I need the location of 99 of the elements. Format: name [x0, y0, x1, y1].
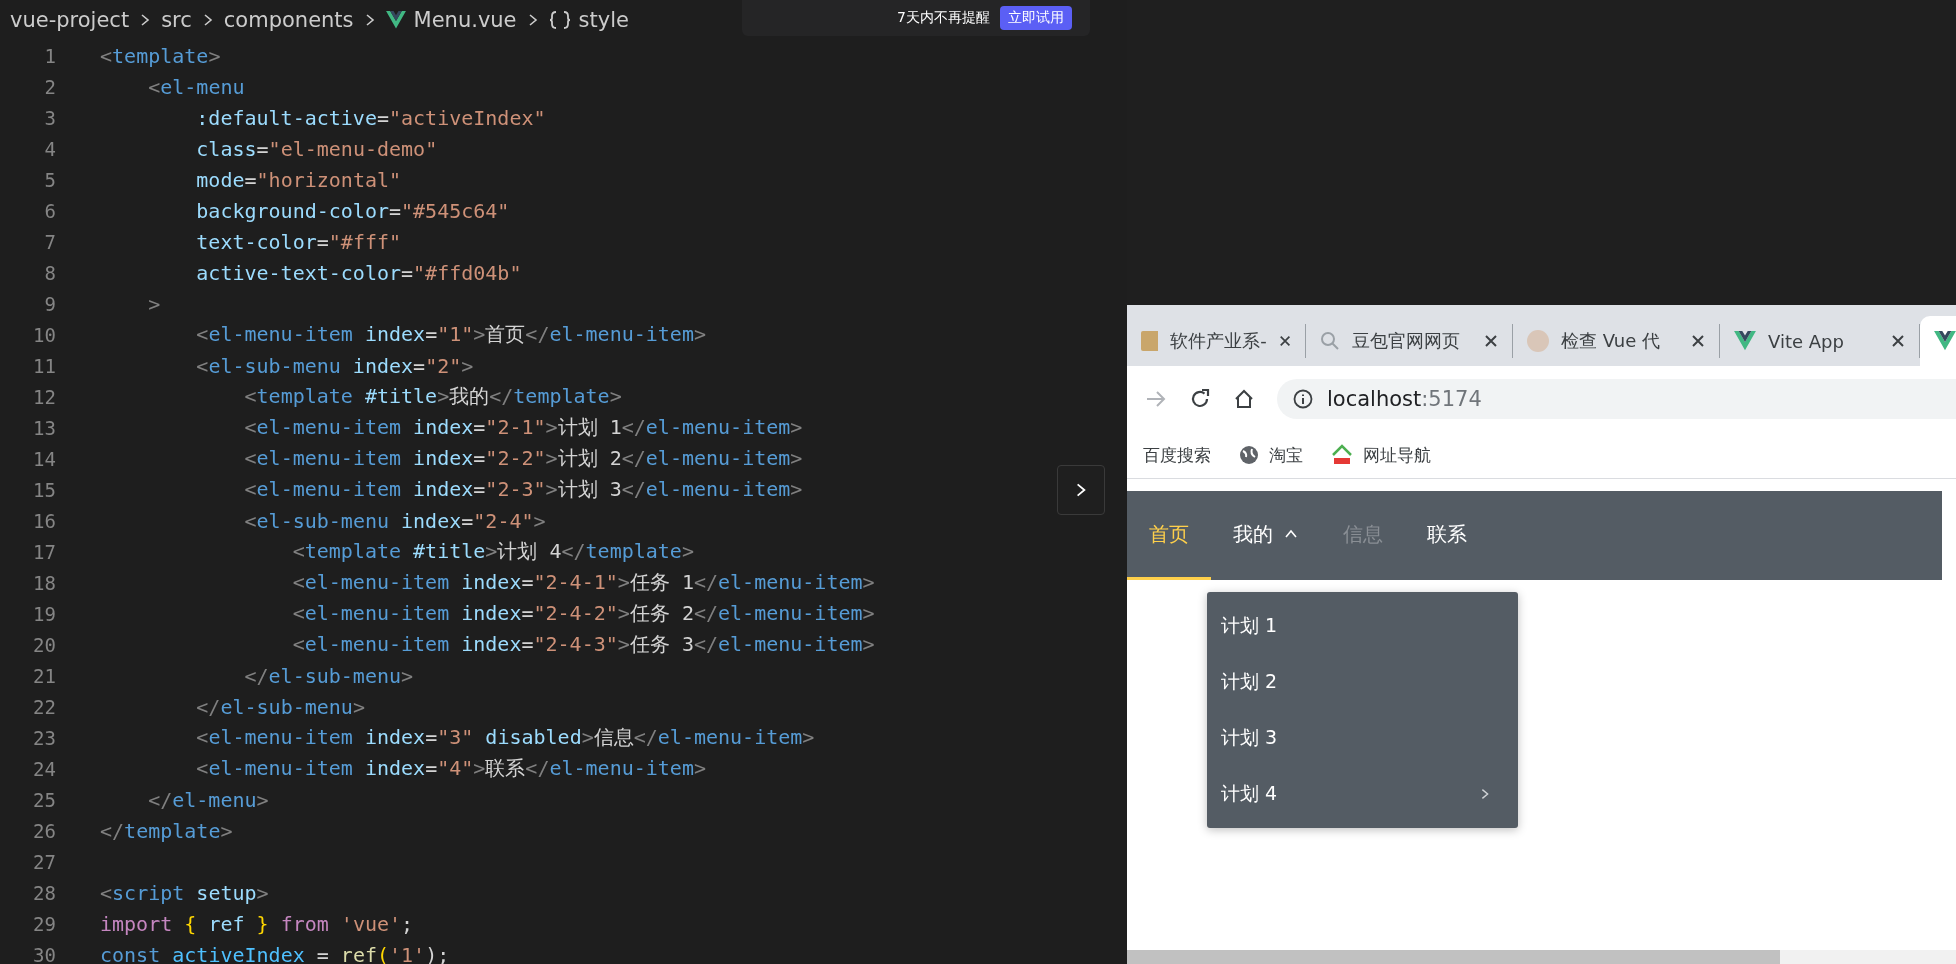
line-number: 28 — [32, 881, 56, 904]
line-number: 9 — [43, 292, 56, 315]
line-number: 3 — [43, 106, 56, 129]
globe-icon — [1239, 445, 1259, 465]
close-icon[interactable] — [1891, 334, 1905, 348]
code-line: import { ref } from 'vue'; — [100, 911, 414, 936]
line-number: 5 — [43, 168, 56, 191]
code-line: <script setup> — [100, 880, 269, 905]
bookmark-link[interactable]: 网址导航 — [1363, 443, 1431, 467]
submenu-item[interactable]: 计划 4 — [1207, 766, 1518, 822]
line-number: 18 — [32, 571, 56, 594]
line-number: 7 — [43, 230, 56, 253]
line-number: 12 — [32, 385, 56, 408]
address-bar[interactable]: localhost:5174 — [1277, 379, 1956, 419]
code-line: :default-active="activeIndex" — [195, 105, 546, 130]
line-number: 11 — [32, 354, 56, 377]
line-number: 22 — [32, 695, 56, 718]
line-number: 23 — [32, 726, 56, 749]
menu-item[interactable]: 联系 — [1405, 491, 1489, 580]
code-line: <template #title>计划 4</template> — [291, 538, 694, 565]
bookmark-link[interactable]: 百度搜索 — [1143, 443, 1211, 467]
breadcrumb-item[interactable]: components — [223, 8, 354, 32]
code-line: <el-menu-item index="2-2">计划 2</el-menu-item> — [243, 445, 803, 472]
code-line: </el-sub-menu> — [243, 663, 414, 688]
line-number: 2 — [43, 75, 56, 98]
line-number: 26 — [32, 819, 56, 842]
browser-tab[interactable]: 豆包官网网页 — [1306, 324, 1513, 358]
scrollbar-thumb[interactable] — [1127, 950, 1780, 964]
breadcrumb-item[interactable]: style — [578, 8, 629, 32]
line-number: 24 — [32, 757, 56, 780]
notification-text: 7天内不再提醒 — [897, 9, 990, 27]
try-now-button[interactable]: 立即试用 — [1000, 6, 1072, 30]
image-thumbnail-icon — [1141, 331, 1159, 351]
code-line: <el-menu-item index="2-4-2">任务 2</el-menu-item> — [291, 600, 875, 627]
v-logo-icon — [385, 11, 406, 29]
code-line: <el-menu — [147, 74, 245, 99]
house-icon — [1331, 444, 1353, 466]
code-line: <el-menu-item index="2-1">计划 1</el-menu-item> — [243, 414, 803, 441]
browser-tab[interactable]: 检查 Vue 代 — [1513, 324, 1720, 358]
line-number: 14 — [32, 447, 56, 470]
line-number: 6 — [43, 199, 56, 222]
code-line: active-text-color="#ffd04b" — [195, 260, 522, 285]
code-line: </template> — [100, 818, 233, 843]
code-line: <template> — [100, 43, 221, 68]
browser-tab[interactable]: Vite App — [1720, 324, 1920, 358]
code-line: <el-menu-item index="2-3">计划 3</el-menu-item> — [243, 476, 803, 503]
line-number: 25 — [32, 788, 56, 811]
search-icon — [1320, 331, 1340, 351]
code-line: <el-menu-item index="2-4-1">任务 1</el-menu-item> — [291, 569, 875, 596]
code-line: const activeIndex = ref('1'); — [100, 942, 450, 964]
submenu-item[interactable]: 计划 1 — [1207, 598, 1518, 654]
bookmark-link[interactable]: 淘宝 — [1269, 443, 1303, 467]
breadcrumb-item[interactable]: vue-project — [10, 8, 130, 32]
code-line: background-color="#545c64" — [195, 198, 510, 223]
close-icon[interactable] — [1278, 334, 1291, 348]
close-icon[interactable] — [1691, 334, 1705, 348]
avatar-icon — [1527, 330, 1549, 352]
browser-tab[interactable]: 软件产业系- — [1127, 324, 1306, 358]
code-line: class="el-menu-demo" — [195, 136, 438, 161]
line-number: 27 — [32, 850, 56, 873]
braces-icon — [548, 10, 571, 30]
line-number: 1 — [43, 44, 56, 67]
v-logo-icon — [1934, 331, 1956, 351]
code-line: <el-sub-menu index="2-4"> — [243, 508, 546, 533]
breadcrumb-item[interactable]: Menu.vue — [413, 8, 517, 32]
code-line: text-color="#fff" — [195, 229, 402, 254]
menu-item[interactable]: 我的 — [1211, 491, 1321, 580]
code-line: </el-sub-menu> — [195, 694, 365, 719]
line-number: 10 — [32, 323, 56, 346]
submenu-item[interactable]: 计划 3 — [1207, 710, 1518, 766]
line-number: 30 — [32, 943, 56, 964]
code-line: <el-menu-item index="4">联系</el-menu-item> — [195, 755, 706, 782]
code-line: <el-menu-item index="1">首页</el-menu-item> — [195, 321, 706, 348]
v-logo-icon — [1734, 331, 1756, 351]
submenu-item[interactable]: 计划 2 — [1207, 654, 1518, 710]
line-number: 8 — [43, 261, 56, 284]
line-number: 4 — [43, 137, 56, 160]
url-text: localhost:5174 — [1327, 387, 1482, 411]
line-number: 19 — [32, 602, 56, 625]
close-icon[interactable] — [1484, 334, 1498, 348]
code-line: <el-menu-item index="3" disabled>信息</el-menu-item> — [195, 724, 815, 751]
breadcrumb-item[interactable]: src — [161, 8, 192, 32]
code-line: <template #title>我的</template> — [243, 383, 622, 410]
line-number: 17 — [32, 540, 56, 563]
line-number: 21 — [32, 664, 56, 687]
reload-icon[interactable] — [1189, 388, 1211, 410]
menu-item[interactable]: 首页 — [1127, 491, 1211, 580]
line-number: 16 — [32, 509, 56, 532]
info-icon[interactable] — [1293, 389, 1313, 409]
line-number: 20 — [32, 633, 56, 656]
code-line: </el-menu> — [147, 787, 269, 812]
line-number: 29 — [32, 912, 56, 935]
home-icon[interactable] — [1233, 388, 1255, 410]
line-number: 15 — [32, 478, 56, 501]
code-line: <el-sub-menu index="2"> — [195, 353, 474, 378]
code-line: > — [147, 291, 161, 316]
code-line: mode="horizontal" — [195, 167, 402, 192]
code-line: <el-menu-item index="2-4-3">任务 3</el-menu-item> — [291, 631, 875, 658]
line-number: 13 — [32, 416, 56, 439]
